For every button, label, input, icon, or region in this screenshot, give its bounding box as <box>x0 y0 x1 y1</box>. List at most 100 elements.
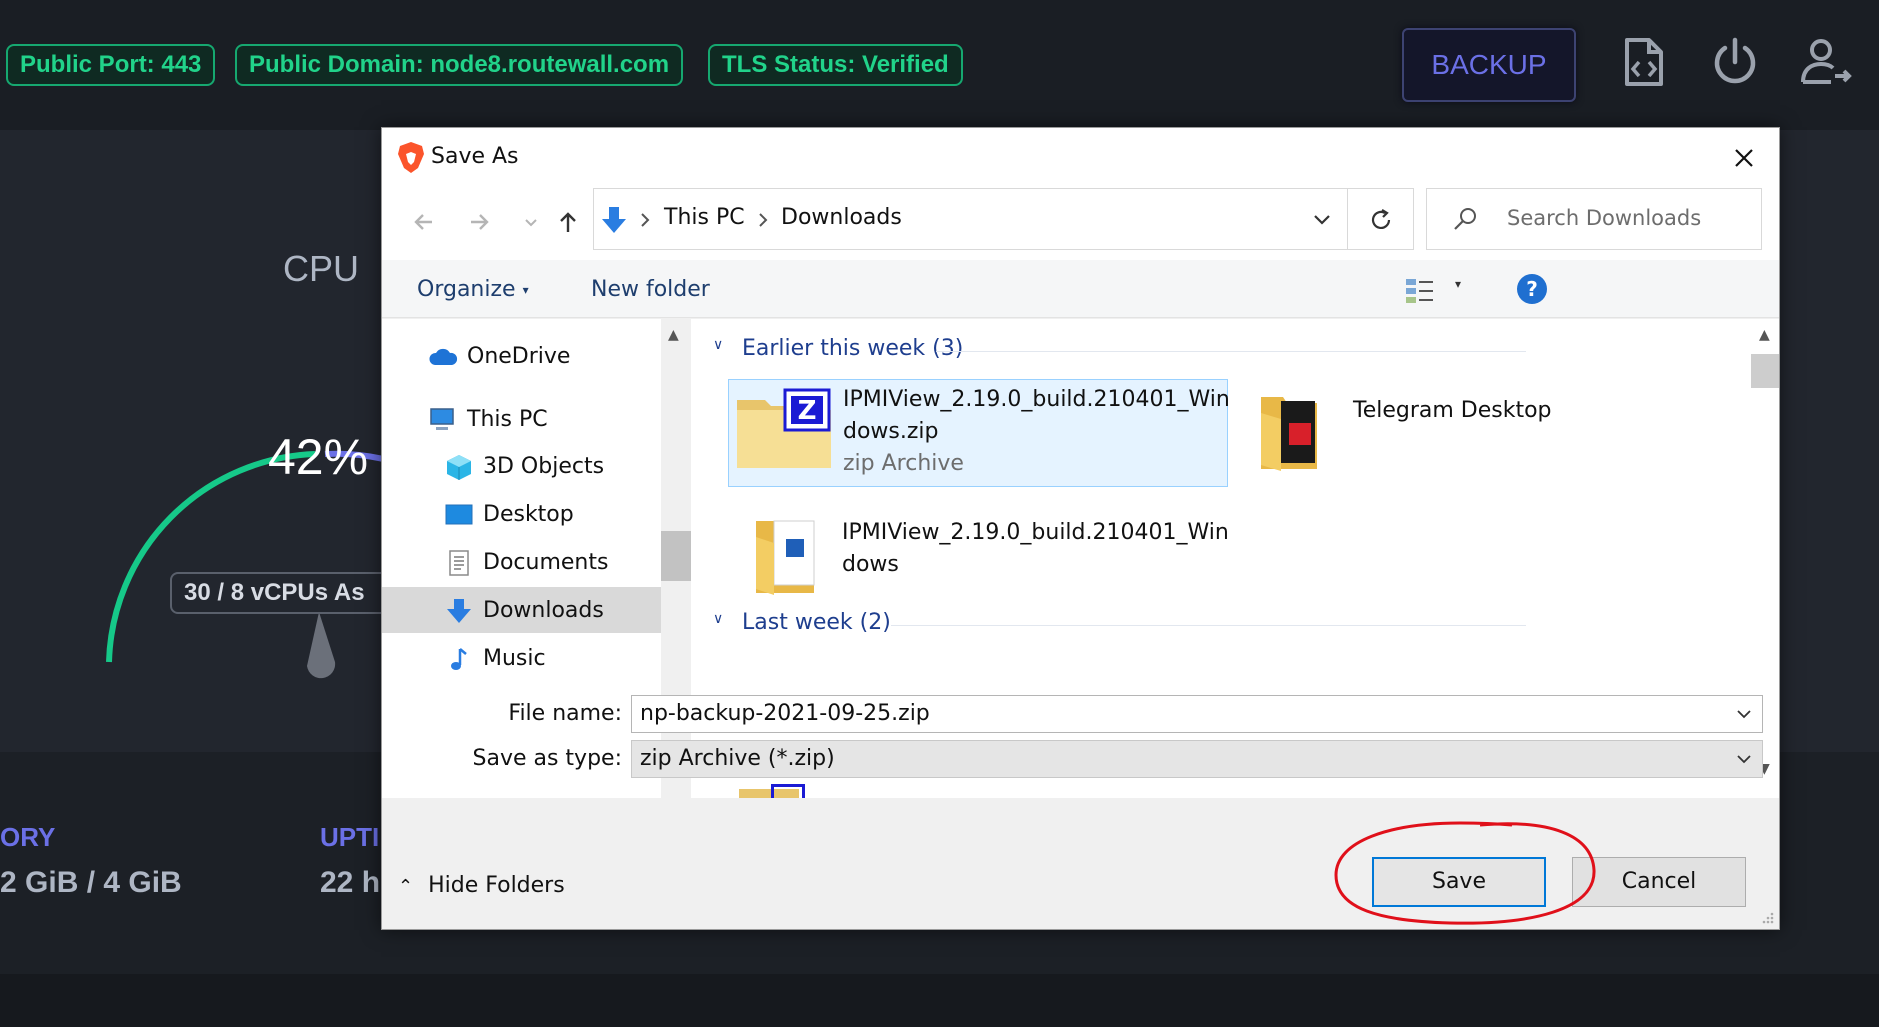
forward-arrow-icon[interactable] <box>463 206 495 238</box>
memory-value: 2 GiB / 4 GiB <box>0 866 182 899</box>
view-options-icon[interactable] <box>1404 275 1436 305</box>
public-domain-badge: Public Domain: node8.routewall.com <box>235 44 684 86</box>
refresh-icon <box>1371 209 1391 229</box>
cpu-gauge <box>106 450 395 679</box>
computer-icon <box>430 408 454 430</box>
bottom-panel <box>0 974 1879 1027</box>
desktop-icon <box>445 504 473 525</box>
partial-zip-badge <box>771 784 805 798</box>
dialog-titlebar: Save As <box>382 128 1779 188</box>
svg-text:?: ? <box>1526 277 1538 301</box>
vcpu-badge: 30 / 8 vCPUs As <box>170 572 400 614</box>
tree-item-desktop[interactable]: Desktop <box>382 491 661 537</box>
music-note-icon <box>451 648 467 670</box>
file-name-line2: dows.zip <box>843 419 939 444</box>
file-scroll-thumb[interactable] <box>1751 354 1779 388</box>
file-type: zip Archive <box>843 451 964 476</box>
file-name-line1: IPMIView_2.19.0_build.210401_Win <box>842 520 1229 545</box>
chevron-up-icon: ⌃ <box>398 876 414 897</box>
organize-menu[interactable]: Organize ▾ <box>417 277 529 302</box>
save-as-type-label: Save as type: <box>472 746 623 771</box>
resize-grip-icon[interactable] <box>1759 909 1775 925</box>
documents-icon <box>449 550 469 576</box>
tls-status-badge: TLS Status: Verified <box>708 44 963 86</box>
tree-item-downloads[interactable]: Downloads <box>382 587 661 633</box>
dialog-title: Save As <box>431 144 519 169</box>
organize-label: Organize <box>417 277 516 302</box>
organize-dropdown-icon: ▾ <box>522 283 529 297</box>
tree-item-onedrive[interactable]: OneDrive <box>382 333 661 379</box>
chevron-down-icon[interactable] <box>1734 749 1754 769</box>
uptime-label: UPTI <box>320 822 380 852</box>
memory-label: ORY <box>0 822 56 852</box>
group-collapse-icon[interactable]: ∨ <box>713 337 723 353</box>
recent-locations-chevron-icon[interactable] <box>515 206 547 238</box>
user-logout-icon[interactable] <box>1797 34 1853 90</box>
group-collapse-icon[interactable]: ∨ <box>713 611 723 627</box>
dashboard-top-bar: Public Port: 443 Public Domain: node8.ro… <box>0 0 1879 130</box>
back-arrow-icon[interactable] <box>408 206 440 238</box>
navigation-tree: OneDrive This PC 3D Objects Desktop Docu… <box>382 319 661 798</box>
group-count: (2) <box>859 610 891 635</box>
backup-button[interactable]: BACKUP <box>1402 28 1576 102</box>
breadcrumb-downloads[interactable]: Downloads <box>781 205 902 230</box>
onedrive-icon <box>429 348 458 365</box>
tree-label: Downloads <box>483 598 604 623</box>
hide-folders-toggle[interactable]: ⌃ Hide Folders <box>398 873 565 898</box>
public-port-badge: Public Port: 443 <box>6 44 216 86</box>
group-divider <box>891 625 1526 626</box>
search-input[interactable]: Search Downloads <box>1426 188 1762 250</box>
tree-item-3d-objects[interactable]: 3D Objects <box>382 443 661 489</box>
new-folder-button[interactable]: New folder <box>591 277 710 302</box>
zip-archive-icon: Z <box>737 388 831 468</box>
uptime-value: 22 h <box>320 866 381 899</box>
tree-label: Music <box>483 646 546 671</box>
file-name-line1: IPMIView_2.19.0_build.210401_Win <box>843 387 1230 412</box>
tree-item-documents[interactable]: Documents <box>382 539 661 585</box>
save-as-type-select[interactable]: zip Archive (*.zip) <box>631 740 1763 778</box>
tree-item-this-pc[interactable]: This PC <box>382 396 661 442</box>
close-icon[interactable] <box>1727 141 1761 175</box>
file-name-value: np-backup-2021-09-25.zip <box>640 701 930 726</box>
chevron-down-icon[interactable] <box>1734 704 1754 724</box>
file-name-input[interactable]: np-backup-2021-09-25.zip <box>631 695 1763 733</box>
file-item-telegram-desktop[interactable]: Telegram Desktop <box>1257 379 1687 487</box>
tree-label: 3D Objects <box>483 454 605 479</box>
code-file-icon[interactable] <box>1615 34 1671 90</box>
scroll-up-icon[interactable]: ▲ <box>668 327 679 343</box>
group-title: Earlier this week <box>742 336 926 361</box>
group-header-last-week[interactable]: Last week (2) <box>742 610 891 635</box>
power-icon[interactable] <box>1707 34 1763 90</box>
group-count: (3) <box>932 336 964 361</box>
save-as-dialog: Save As This PC Downloads Search Downloa… <box>381 127 1780 930</box>
refresh-button[interactable] <box>1348 188 1414 250</box>
file-item-ipmiview-folder[interactable]: IPMIView_2.19.0_build.210401_Win dows <box>728 503 1229 611</box>
breadcrumb-chevron-icon <box>759 213 768 227</box>
group-divider <box>936 351 1526 352</box>
tree-scroll-thumb[interactable] <box>661 531 691 581</box>
address-dropdown-chevron-icon[interactable] <box>1311 209 1333 231</box>
folder-icon <box>1261 397 1317 471</box>
file-name-label: File name: <box>508 701 622 726</box>
svg-text:Z: Z <box>798 396 817 426</box>
cpu-value: 42% <box>268 429 369 485</box>
scroll-up-icon[interactable]: ▲ <box>1759 327 1770 343</box>
group-title: Last week <box>742 610 853 635</box>
brave-browser-icon <box>398 142 424 173</box>
view-dropdown-icon[interactable]: ▾ <box>1455 277 1461 291</box>
dialog-toolbar: Organize ▾ New folder ▾ ? <box>382 260 1779 318</box>
file-name-line1: Telegram Desktop <box>1353 398 1552 423</box>
tree-item-music[interactable]: Music <box>382 635 661 681</box>
tree-label: This PC <box>467 407 548 432</box>
file-item-ipmiview-zip[interactable]: Z IPMIView_2.19.0_build.210401_Win dows.… <box>728 379 1230 487</box>
tree-label: OneDrive <box>467 344 571 369</box>
group-header-earlier-this-week[interactable]: Earlier this week (3) <box>742 336 963 361</box>
address-bar[interactable]: This PC Downloads <box>593 188 1348 250</box>
search-placeholder: Search Downloads <box>1507 206 1702 230</box>
breadcrumb-this-pc[interactable]: This PC <box>664 205 745 230</box>
help-icon[interactable]: ? <box>1516 273 1548 305</box>
up-arrow-icon[interactable] <box>552 206 584 238</box>
downloads-arrow-icon <box>602 207 626 233</box>
save-as-type-value: zip Archive (*.zip) <box>640 746 835 771</box>
folder-icon <box>756 520 815 595</box>
